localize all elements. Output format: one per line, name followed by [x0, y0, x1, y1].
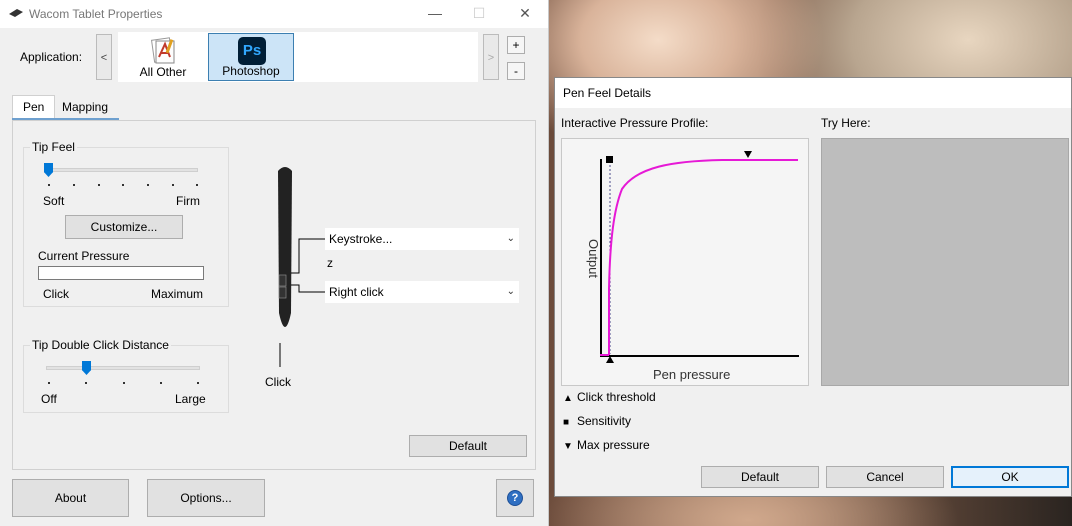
- pen-feel-details-dialog: Pen Feel Details Interactive Pressure Pr…: [554, 77, 1072, 497]
- profile-label: Interactive Pressure Profile:: [561, 116, 709, 130]
- tablet-app-icon: [9, 9, 23, 17]
- lower-button-dropdown[interactable]: Right click ⌄: [325, 281, 519, 303]
- customize-button[interactable]: Customize...: [65, 215, 183, 239]
- click-threshold-handle[interactable]: [606, 356, 614, 363]
- dialog-title: Pen Feel Details: [563, 86, 652, 100]
- current-pressure-meter: [38, 266, 204, 280]
- large-label: Large: [175, 392, 206, 406]
- lower-button-value: Right click: [329, 285, 384, 299]
- app-label-all-other: All Other: [139, 65, 187, 79]
- maximum-label: Maximum: [151, 287, 204, 301]
- chevron-down-icon: ⌄: [506, 286, 515, 297]
- square-icon: ■: [563, 417, 570, 428]
- pen-tip-connector: [279, 343, 281, 367]
- legend-text: Click threshold: [577, 390, 656, 404]
- tick: [196, 184, 198, 186]
- tip-feel-track[interactable]: [46, 168, 198, 172]
- keystroke-value: z: [327, 256, 333, 270]
- tick: [48, 382, 50, 384]
- dialog-default-button[interactable]: Default: [701, 466, 819, 488]
- help-icon: ?: [507, 490, 523, 506]
- legend-sensitivity: ■ Sensitivity: [563, 413, 631, 429]
- legend-click-threshold: ▲ Click threshold: [563, 389, 656, 405]
- max-pressure-handle[interactable]: [744, 151, 752, 158]
- try-here-label: Try Here:: [821, 116, 871, 130]
- tip-feel-slider-thumb[interactable]: [44, 163, 53, 177]
- minimize-button[interactable]: —: [420, 3, 450, 23]
- dialog-title-bar: Pen Feel Details: [555, 78, 1071, 108]
- y-axis-label: Output: [586, 239, 601, 278]
- about-button[interactable]: About: [12, 479, 129, 517]
- double-click-group: Tip Double Click Distance Off Large: [23, 338, 229, 413]
- help-button[interactable]: ?: [496, 479, 534, 517]
- tip-feel-title: Tip Feel: [30, 140, 77, 154]
- upper-button-dropdown[interactable]: Keystroke... ⌄: [325, 228, 519, 250]
- dialog-ok-button[interactable]: OK: [951, 466, 1069, 488]
- click-label: Click: [43, 287, 69, 301]
- app-label-photoshop: Photoshop: [222, 64, 280, 78]
- maximize-button[interactable]: ☐: [464, 3, 494, 23]
- double-click-title: Tip Double Click Distance: [30, 338, 171, 352]
- off-label: Off: [41, 392, 57, 406]
- tip-function-label: Click: [265, 375, 291, 389]
- wacom-properties-window: Wacom Tablet Properties — ☐ ✕ Applicatio…: [0, 0, 549, 526]
- pen-upper-button[interactable]: [278, 274, 287, 287]
- app-item-all-other[interactable]: All Other: [120, 33, 206, 81]
- soft-label: Soft: [43, 194, 65, 208]
- tick: [122, 184, 124, 186]
- tip-feel-group: Tip Feel Soft Firm Customize... Current …: [23, 140, 229, 307]
- tick: [147, 184, 149, 186]
- app-prev-button[interactable]: <: [96, 34, 112, 80]
- close-button[interactable]: ✕: [510, 3, 540, 23]
- triangle-up-icon: ▲: [563, 393, 573, 404]
- current-pressure-label: Current Pressure: [38, 249, 130, 263]
- firm-label: Firm: [176, 194, 200, 208]
- tick: [160, 382, 162, 384]
- x-axis-label: Pen pressure: [653, 367, 730, 382]
- remove-app-button[interactable]: -: [507, 62, 525, 80]
- double-click-slider-thumb[interactable]: [82, 361, 91, 375]
- window-title: Wacom Tablet Properties: [29, 7, 163, 21]
- tick: [172, 184, 174, 186]
- pressure-profile-svg: Output Pen pressure: [586, 151, 799, 382]
- tab-mapping[interactable]: Mapping: [52, 97, 118, 117]
- tick: [197, 382, 199, 384]
- legend-max-pressure: ▼ Max pressure: [563, 437, 650, 453]
- triangle-down-icon: ▼: [563, 441, 573, 452]
- try-here-area[interactable]: [821, 138, 1069, 386]
- legend-text: Max pressure: [577, 438, 650, 452]
- double-click-track[interactable]: [46, 366, 200, 370]
- pressure-profile-chart[interactable]: Output Pen pressure: [561, 138, 809, 386]
- tick: [123, 382, 125, 384]
- application-list: All Other Ps Photoshop: [118, 32, 478, 82]
- application-label: Application:: [20, 50, 83, 64]
- pen-tab-panel: Tip Feel Soft Firm Customize... Current …: [12, 120, 536, 470]
- app-next-button[interactable]: >: [483, 34, 499, 80]
- all-other-icon: [150, 37, 175, 64]
- tick: [73, 184, 75, 186]
- tick: [85, 382, 87, 384]
- options-button[interactable]: Options...: [147, 479, 265, 517]
- default-button[interactable]: Default: [409, 435, 527, 457]
- tick: [48, 184, 50, 186]
- app-item-photoshop[interactable]: Ps Photoshop: [208, 33, 294, 81]
- add-app-button[interactable]: +: [507, 36, 525, 54]
- tick: [98, 184, 100, 186]
- dialog-cancel-button[interactable]: Cancel: [826, 466, 944, 488]
- pen-lower-button[interactable]: [278, 286, 287, 299]
- legend-text: Sensitivity: [577, 414, 632, 428]
- pressure-curve: [608, 159, 798, 355]
- upper-button-value: Keystroke...: [329, 232, 393, 246]
- sensitivity-handle[interactable]: [606, 156, 613, 163]
- chevron-down-icon: ⌄: [506, 233, 515, 244]
- photoshop-icon: Ps: [238, 37, 266, 65]
- title-bar: Wacom Tablet Properties — ☐ ✕: [0, 0, 548, 28]
